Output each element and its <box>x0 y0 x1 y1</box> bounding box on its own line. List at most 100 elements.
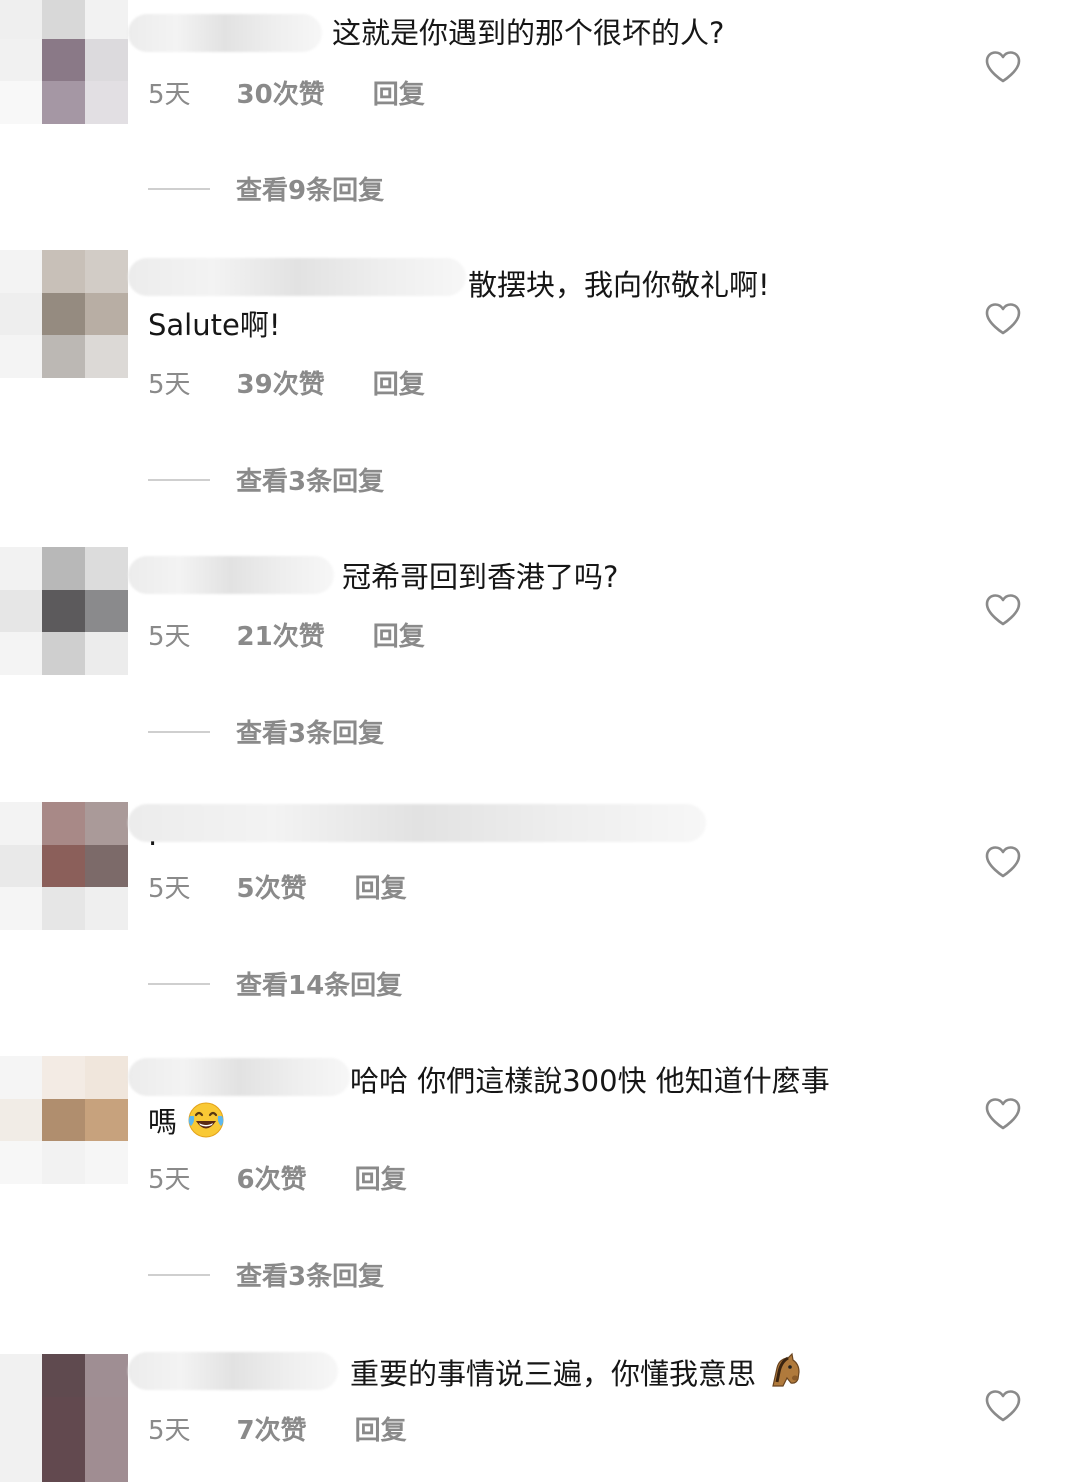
avatar-pixel <box>85 0 128 39</box>
view-replies-label: 查看3条回复 <box>236 467 385 497</box>
horse-face-emoji <box>772 1352 800 1387</box>
likes-count[interactable]: 30次赞 <box>237 74 325 111</box>
avatar-pixel <box>42 38 85 82</box>
username-blurred[interactable] <box>128 1352 338 1390</box>
avatar-pixel <box>85 632 128 675</box>
avatar-pixel <box>85 38 128 82</box>
avatar-pixel <box>42 887 85 930</box>
view-replies-label: 查看9条回复 <box>236 176 385 206</box>
avatar-pixel <box>42 292 85 336</box>
avatar-pixel <box>42 0 85 39</box>
likes-count[interactable]: 7次赞 <box>237 1410 307 1447</box>
avatar-pixel <box>42 250 85 293</box>
comment-text: 这就是你遇到的那个很坏的人? <box>332 16 725 50</box>
view-replies-button[interactable]: 查看3条回复 <box>148 461 384 498</box>
heart-outline-icon[interactable] <box>984 50 1022 84</box>
tears-of-joy-emoji <box>188 1102 224 1138</box>
comment-meta: 5天 5次赞 回复 <box>148 868 407 905</box>
reply-button[interactable]: 回复 <box>355 1410 407 1447</box>
username-blurred[interactable] <box>128 258 466 296</box>
avatar-pixel <box>42 547 85 590</box>
username-blurred[interactable] <box>128 14 322 52</box>
comment-text: 冠希哥回到香港了吗? <box>342 560 619 594</box>
avatar[interactable] <box>0 802 128 930</box>
avatar[interactable] <box>0 1056 128 1184</box>
avatar-pixel <box>0 38 42 82</box>
avatar-pixel <box>42 1141 85 1184</box>
reply-button[interactable]: 回复 <box>373 74 425 111</box>
avatar[interactable] <box>0 1354 128 1482</box>
comment-meta: 5天 30次赞 回复 <box>148 74 425 111</box>
reply-button[interactable]: 回复 <box>373 364 425 401</box>
avatar-pixel <box>42 81 85 124</box>
divider-line <box>148 730 210 733</box>
avatar-pixel <box>42 589 85 633</box>
avatar-pixel <box>42 1098 85 1142</box>
avatar-pixel <box>85 335 128 378</box>
heart-outline-icon[interactable] <box>984 1389 1022 1423</box>
avatar[interactable] <box>0 250 128 378</box>
likes-count[interactable]: 21次赞 <box>237 616 325 653</box>
comment-text-line2: 嗎 <box>148 1100 226 1141</box>
avatar-pixel <box>85 1396 128 1440</box>
view-replies-button[interactable]: 查看9条回复 <box>148 170 384 207</box>
avatar-pixel <box>85 1056 128 1099</box>
avatar-pixel <box>85 250 128 293</box>
likes-count[interactable]: 6次赞 <box>237 1159 307 1196</box>
divider-line <box>148 478 210 481</box>
heart-outline-icon[interactable] <box>984 593 1022 627</box>
avatar-pixel <box>0 0 42 39</box>
heart-outline-icon[interactable] <box>984 1097 1022 1131</box>
avatar-pixel <box>85 547 128 590</box>
avatar-pixel <box>85 81 128 124</box>
divider-line <box>148 1273 210 1276</box>
heart-outline-icon[interactable] <box>984 302 1022 336</box>
comment-text-body: 重要的事情说三遍，你懂我意思 <box>350 1357 757 1391</box>
comment-time: 5天 <box>148 80 191 110</box>
likes-count[interactable]: 39次赞 <box>237 364 325 401</box>
avatar-pixel <box>42 802 85 845</box>
avatar[interactable] <box>0 547 128 675</box>
avatar-pixel <box>0 1354 42 1397</box>
view-replies-button[interactable]: 查看14条回复 <box>148 965 402 1002</box>
comment-text-line2: Salute啊! <box>148 308 281 342</box>
comment-meta: 5天 21次赞 回复 <box>148 616 425 653</box>
comment-meta: 5天 39次赞 回复 <box>148 364 425 401</box>
comment-time: 5天 <box>148 370 191 400</box>
username-blurred[interactable] <box>128 556 334 594</box>
comment-text-line2-word: 嗎 <box>148 1105 178 1139</box>
username-blurred[interactable] <box>128 804 706 842</box>
reply-button[interactable]: 回复 <box>355 868 407 905</box>
comment-meta: 5天 6次赞 回复 <box>148 1159 407 1196</box>
comment-text: 哈哈 你們這樣說300快 他知道什麼事 <box>350 1064 830 1098</box>
username-blurred[interactable] <box>128 1058 350 1096</box>
comment-time: 5天 <box>148 1165 191 1195</box>
view-replies-button[interactable]: 查看3条回复 <box>148 1256 384 1293</box>
reply-button[interactable]: 回复 <box>355 1159 407 1196</box>
comment-text: 重要的事情说三遍，你懂我意思 <box>350 1352 805 1393</box>
avatar-pixel <box>0 1396 42 1440</box>
avatar-pixel <box>0 802 42 845</box>
avatar-pixel <box>42 632 85 675</box>
avatar-pixel <box>42 1056 85 1099</box>
divider-line <box>148 982 210 985</box>
comment-meta: 5天 7次赞 回复 <box>148 1410 407 1447</box>
likes-count[interactable]: 5次赞 <box>237 868 307 905</box>
comment-time: 5天 <box>148 874 191 904</box>
heart-outline-icon[interactable] <box>984 845 1022 879</box>
avatar-pixel <box>85 292 128 336</box>
avatar-pixel <box>0 81 42 124</box>
view-replies-button[interactable]: 查看3条回复 <box>148 713 384 750</box>
avatar-pixel <box>0 589 42 633</box>
comment-text: 散摆块，我向你敬礼啊! <box>468 268 770 302</box>
avatar-pixel <box>85 802 128 845</box>
avatar-pixel <box>0 1098 42 1142</box>
reply-button[interactable]: 回复 <box>373 616 425 653</box>
avatar-pixel <box>42 335 85 378</box>
avatar-pixel <box>0 335 42 378</box>
avatar-pixel <box>85 589 128 633</box>
comment-text: . <box>148 818 158 852</box>
avatar-pixel <box>0 547 42 590</box>
avatar[interactable] <box>0 0 128 124</box>
view-replies-label: 查看14条回复 <box>236 971 403 1001</box>
